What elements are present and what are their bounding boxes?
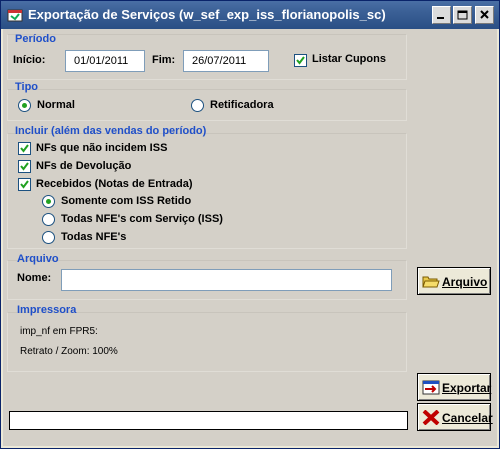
somente-iss-retido-radio[interactable] [42,195,55,208]
impressora-title: Impressora [17,304,77,316]
impressora-group [7,312,407,372]
progress-bar [9,411,408,430]
tipo-normal-label: Normal [37,99,75,111]
dialog-body: Período Início: 01/01/2011 Fim: 26/07/20… [3,29,497,446]
recebidos-label: Recebidos (Notas de Entrada) [36,178,193,190]
close-icon [480,10,489,19]
cancel-x-icon [422,410,440,425]
nfs-nao-incidem-label: NFs que não incidem ISS [36,142,168,154]
arquivo-button[interactable]: Arquivo [417,267,491,295]
nfs-devolucao-label: NFs de Devolução [36,160,132,172]
nome-field[interactable] [61,269,392,291]
minimize-button[interactable] [432,6,451,24]
nfs-devolucao-checkbox[interactable] [18,160,31,173]
check-icon [296,56,305,65]
tipo-retificadora-label: Retificadora [210,99,274,111]
folder-open-icon [422,276,440,288]
exportar-button[interactable]: Exportar [417,373,491,401]
arquivo-title: Arquivo [17,253,59,265]
nfs-nao-incidem-checkbox[interactable] [18,142,31,155]
fim-label: Fim: [152,54,176,66]
todas-nfes-label: Todas NFE's [61,231,127,243]
tipo-retificadora-radio[interactable] [191,99,204,112]
minimize-icon [437,17,444,19]
check-icon [20,180,29,189]
maximize-button[interactable] [453,6,472,24]
title-bar[interactable]: Exportação de Serviços (w_sef_exp_iss_fl… [1,1,499,29]
listar-cupons-checkbox[interactable] [294,54,307,67]
somente-iss-retido-label: Somente com ISS Retido [61,195,192,207]
app-icon [7,9,23,22]
printer-name: imp_nf em FPR5: [20,326,98,337]
inicio-label: Início: [13,54,46,66]
inicio-field[interactable]: 01/01/2011 [65,50,145,72]
export-dialog: Exportação de Serviços (w_sef_exp_iss_fl… [0,0,500,449]
todas-nfes-servico-label: Todas NFE's com Serviço (ISS) [61,213,223,225]
check-icon [20,162,29,171]
cancelar-button-label: Cancelar [442,411,493,425]
check-icon [20,144,29,153]
todas-nfes-servico-radio[interactable] [42,213,55,226]
cancelar-button[interactable]: Cancelar [417,403,493,431]
arquivo-button-label: Arquivo [442,275,488,289]
tipo-normal-radio[interactable] [18,99,31,112]
close-button[interactable] [475,6,494,24]
printer-settings: Retrato / Zoom: 100% [20,346,118,357]
export-icon [422,380,440,395]
todas-nfes-radio[interactable] [42,231,55,244]
incluir-title: Incluir (além das vendas do período) [15,125,207,137]
exportar-button-label: Exportar [442,381,492,395]
recebidos-checkbox[interactable] [18,178,31,191]
maximize-icon [457,10,468,20]
fim-field[interactable]: 26/07/2011 [183,50,269,72]
nome-label: Nome: [17,272,52,284]
listar-cupons-label: Listar Cupons [312,53,386,65]
periodo-title: Período [15,33,56,45]
tipo-title: Tipo [15,81,39,93]
window-title: Exportação de Serviços (w_sef_exp_iss_fl… [28,7,386,22]
